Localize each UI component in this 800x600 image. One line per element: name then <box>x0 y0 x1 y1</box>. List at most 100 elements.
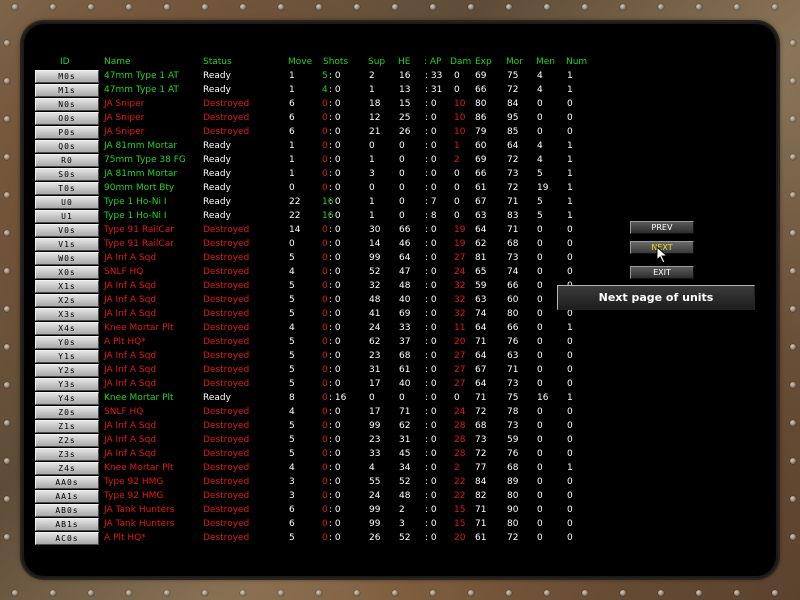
cell-dam: 22 <box>454 477 466 487</box>
cell-num: 0 <box>567 351 573 361</box>
cell-he: 26 <box>399 127 411 137</box>
cell-he: 0 <box>399 211 405 221</box>
cell-exp: 62 <box>475 239 487 249</box>
unit-id-button[interactable]: X3s <box>35 308 99 321</box>
cell-dam: 27 <box>454 365 466 375</box>
unit-id-button[interactable]: AB1s <box>35 518 99 531</box>
unit-id-button[interactable]: X4s <box>35 322 99 335</box>
cell-mor: 71 <box>507 365 519 375</box>
cell-move: 1 <box>289 85 295 95</box>
cell-ap: : 0 <box>425 99 437 109</box>
unit-id-button[interactable]: T0s <box>35 182 99 195</box>
cell-he: 52 <box>399 533 411 543</box>
cell-mor: 71 <box>507 225 519 235</box>
cell-shots-a: 0 <box>322 267 328 277</box>
unit-id-button[interactable]: P0s <box>35 126 99 139</box>
cell-he: 69 <box>399 309 411 319</box>
unit-id-button[interactable]: Z3s <box>35 448 99 461</box>
rivet-icon <box>202 4 208 10</box>
unit-id-button[interactable]: Z1s <box>35 420 99 433</box>
unit-id-button[interactable]: Z0s <box>35 406 99 419</box>
cell-exp: 64 <box>475 323 487 333</box>
cell-name: A Plt HQ* <box>104 533 146 543</box>
exit-button[interactable]: EXIT <box>630 266 694 279</box>
cell-he: 71 <box>399 407 411 417</box>
cell-mor: 80 <box>507 491 519 501</box>
cell-exp: 61 <box>475 183 487 193</box>
cell-ap: : 0 <box>425 323 437 333</box>
unit-id-button[interactable]: Y4s <box>35 392 99 405</box>
unit-id-button[interactable]: AB0s <box>35 504 99 517</box>
cell-he: 61 <box>399 365 411 375</box>
cell-move: 5 <box>289 421 295 431</box>
cell-he: 25 <box>399 113 411 123</box>
unit-id-button[interactable]: Y0s <box>35 336 99 349</box>
unit-id-button[interactable]: O0s <box>35 112 99 125</box>
cell-num: 0 <box>567 225 573 235</box>
cell-status: Destroyed <box>203 281 250 291</box>
unit-id-button[interactable]: V1s <box>35 238 99 251</box>
rivet-icon <box>164 590 170 596</box>
cell-status: Destroyed <box>203 463 250 473</box>
table-row: Z2s JA Inf A Sqd Destroyed 5 0: 0 23 31: 0 28 73… <box>0 433 800 447</box>
prev-button[interactable]: PREV <box>630 221 694 234</box>
cell-dam: 28 <box>454 435 466 445</box>
unit-id-button[interactable]: M0s <box>35 70 99 83</box>
cell-shots-b: : 0 <box>329 463 341 473</box>
unit-id-button[interactable]: S0s <box>35 168 99 181</box>
table-row: Y2s JA Inf A Sqd Destroyed 5 0: 0 31 61: 0 27 67… <box>0 363 800 377</box>
cell-move: 5 <box>289 351 295 361</box>
table-row: R0 75mm Type 38 FG Ready 1 0: 010: 0 2 69 72 4 1 <box>0 153 800 167</box>
unit-id-button[interactable]: Q0s <box>35 140 99 153</box>
cell-status: Ready <box>203 155 231 165</box>
cell-status: Destroyed <box>203 323 250 333</box>
cell-sup: 33 <box>369 449 381 459</box>
unit-id-button[interactable]: Z2s <box>35 434 99 447</box>
cell-move: 4 <box>289 267 295 277</box>
cell-men: 0 <box>537 281 543 291</box>
unit-id-button[interactable]: U1 <box>35 210 99 223</box>
unit-id-button[interactable]: X0s <box>35 266 99 279</box>
cell-dam: 1 <box>454 141 460 151</box>
cell-status: Destroyed <box>203 295 250 305</box>
unit-id-button[interactable]: AC0s <box>35 532 99 545</box>
cell-mor: 85 <box>507 127 519 137</box>
rivet-icon <box>620 590 626 596</box>
unit-id-button[interactable]: X1s <box>35 280 99 293</box>
cell-sup: 23 <box>369 351 381 361</box>
unit-id-button[interactable]: W0s <box>35 252 99 265</box>
unit-id-button[interactable]: V0s <box>35 224 99 237</box>
unit-id-button[interactable]: AA0s <box>35 476 99 489</box>
cell-status: Destroyed <box>203 127 250 137</box>
unit-id-button[interactable]: Y1s <box>35 350 99 363</box>
cell-exp: 72 <box>475 449 487 459</box>
cell-move: 6 <box>289 505 295 515</box>
cell-ap: : 0 <box>425 491 437 501</box>
cell-sup: 1 <box>369 155 375 165</box>
unit-id-button[interactable]: X2s <box>35 294 99 307</box>
rivet-icon <box>240 4 246 10</box>
unit-id-button[interactable]: M1s <box>35 84 99 97</box>
cell-move: 5 <box>289 337 295 347</box>
cell-shots-b: : 0 <box>329 351 341 361</box>
unit-id-button[interactable]: N0s <box>35 98 99 111</box>
unit-id-button[interactable]: Y2s <box>35 364 99 377</box>
unit-id-button[interactable]: Y3s <box>35 378 99 391</box>
unit-id-button[interactable]: AA1s <box>35 490 99 503</box>
cell-move: 5 <box>289 309 295 319</box>
cell-ap: : 0 <box>425 519 437 529</box>
cell-men: 4 <box>537 141 543 151</box>
cell-ap: : 0 <box>425 141 437 151</box>
cell-num: 0 <box>567 253 573 263</box>
cell-shots-b: : 0 <box>329 155 341 165</box>
cell-status: Destroyed <box>203 421 250 431</box>
unit-id-button[interactable]: R0 <box>35 154 99 167</box>
cell-move: 6 <box>289 99 295 109</box>
cell-exp: 73 <box>475 435 487 445</box>
cell-exp: 77 <box>475 463 487 473</box>
cell-move: 6 <box>289 127 295 137</box>
unit-id-button[interactable]: U0 <box>35 196 99 209</box>
rivet-icon <box>696 4 702 10</box>
cell-men: 0 <box>537 491 543 501</box>
unit-id-button[interactable]: Z4s <box>35 462 99 475</box>
